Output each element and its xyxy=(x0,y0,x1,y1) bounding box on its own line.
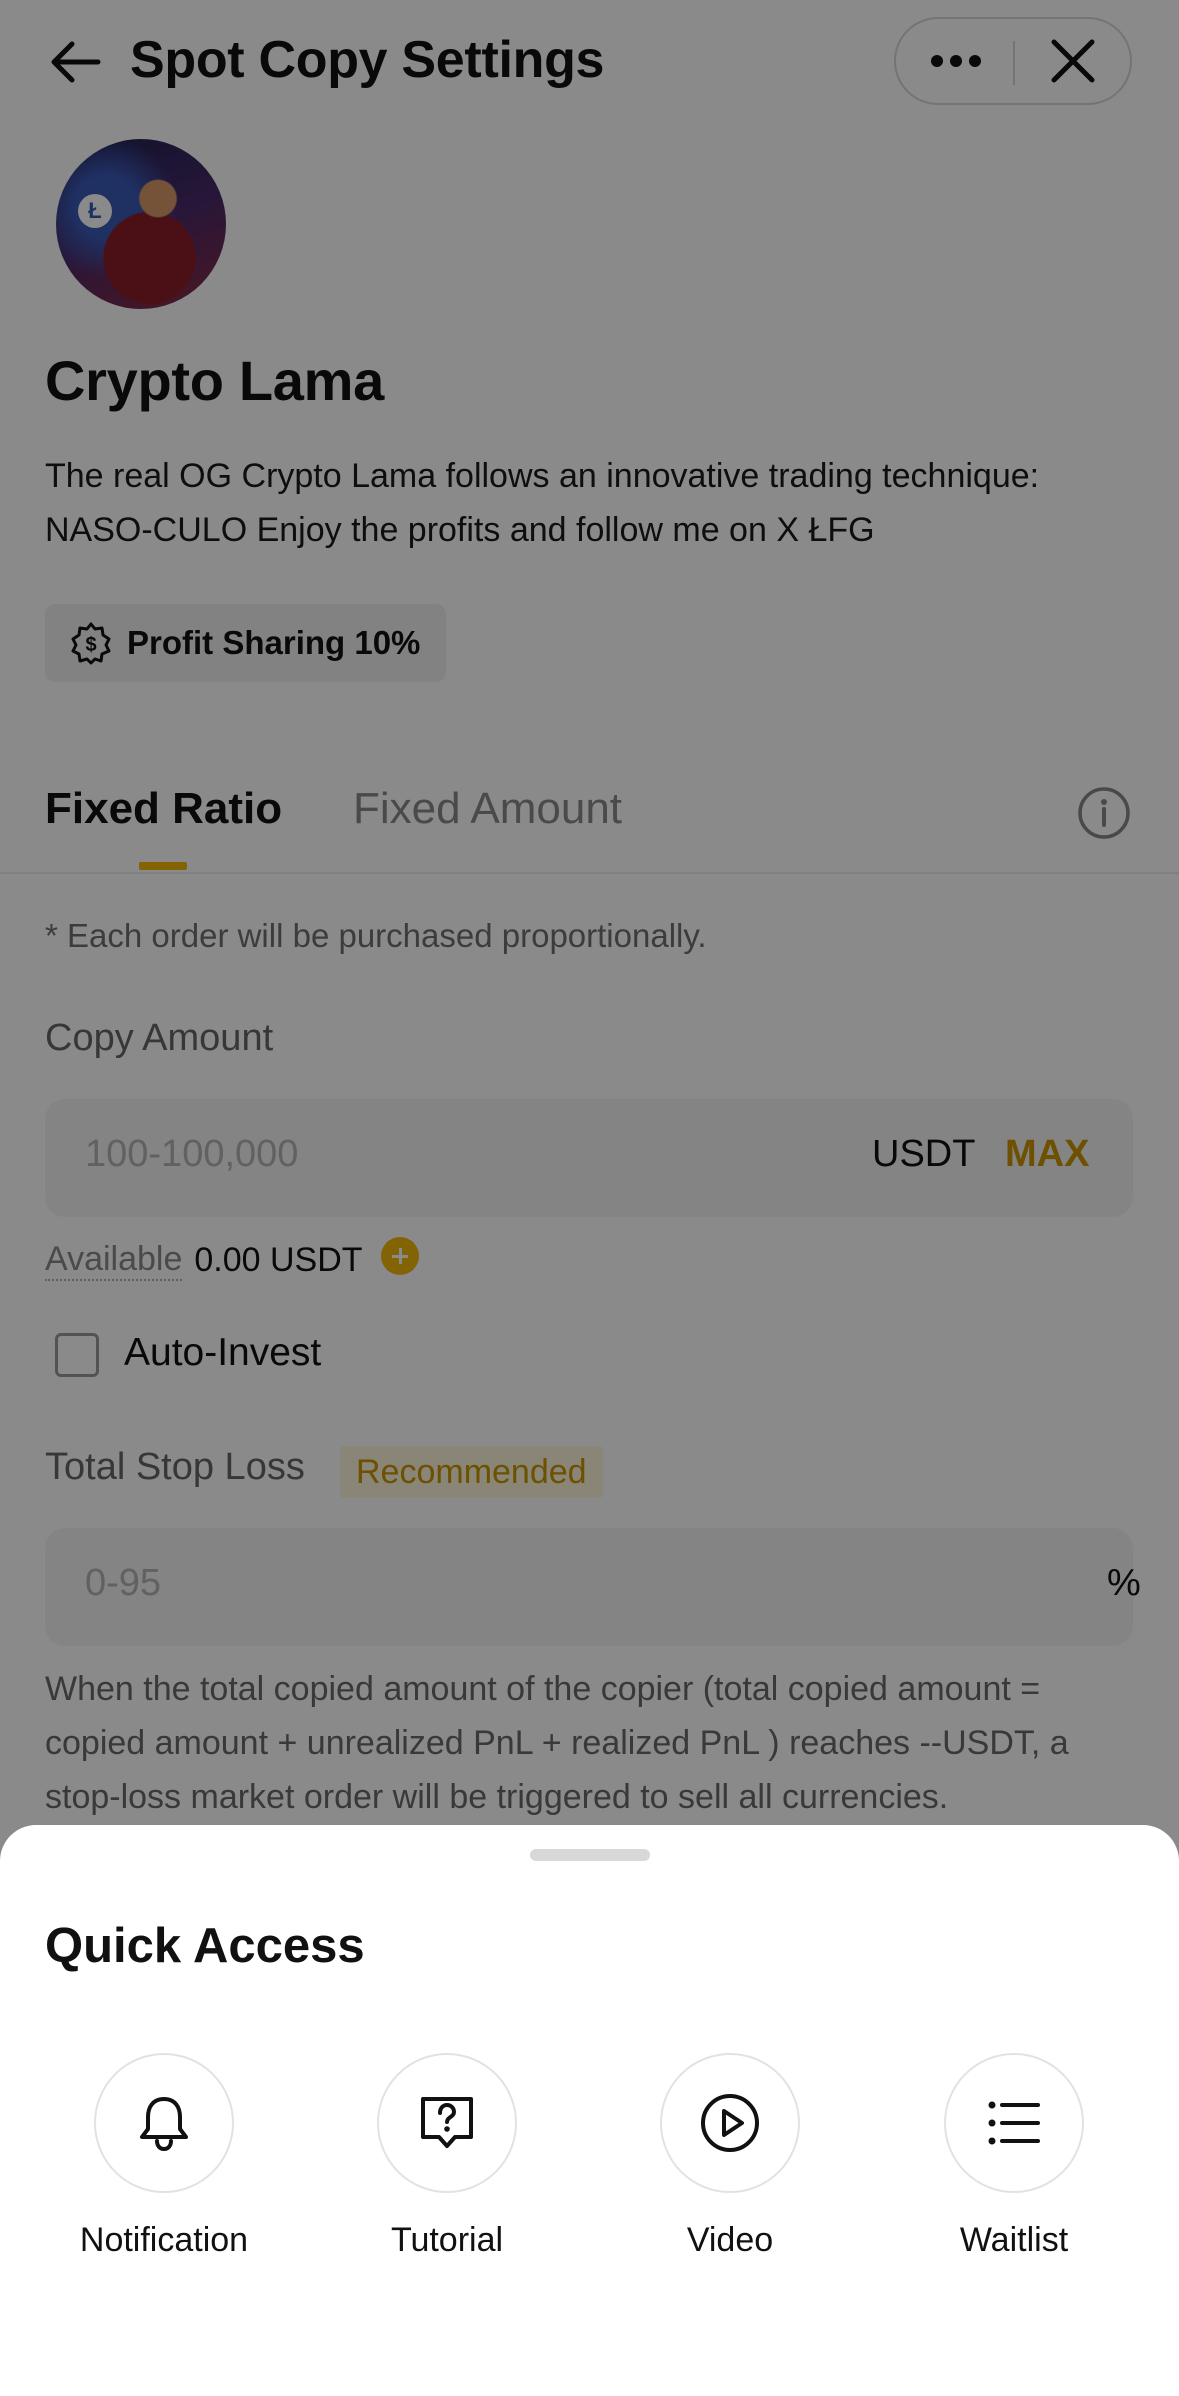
play-circle-icon xyxy=(701,2094,759,2152)
quick-access-notification[interactable]: Notification xyxy=(64,2053,264,2260)
notification-label: Notification xyxy=(79,2221,249,2259)
video-button[interactable] xyxy=(660,2053,800,2193)
quick-access-sheet: Quick Access Notification Tutorial Video… xyxy=(0,1825,1179,2396)
list-icon xyxy=(988,2101,1040,2145)
quick-access-tutorial[interactable]: Tutorial xyxy=(347,2053,547,2260)
sheet-grabber[interactable] xyxy=(530,1849,650,1861)
video-label: Video xyxy=(686,2221,774,2259)
tutorial-label: Tutorial xyxy=(390,2221,504,2259)
bell-icon xyxy=(140,2097,188,2152)
quick-access-video[interactable]: Video xyxy=(630,2053,830,2260)
question-chat-icon xyxy=(421,2097,473,2148)
tutorial-button[interactable] xyxy=(377,2053,517,2193)
waitlist-button[interactable] xyxy=(944,2053,1084,2193)
quick-access-waitlist[interactable]: Waitlist xyxy=(914,2053,1114,2260)
notification-button[interactable] xyxy=(94,2053,234,2193)
waitlist-label: Waitlist xyxy=(959,2221,1069,2259)
quick-access-title: Quick Access xyxy=(45,1919,365,1973)
